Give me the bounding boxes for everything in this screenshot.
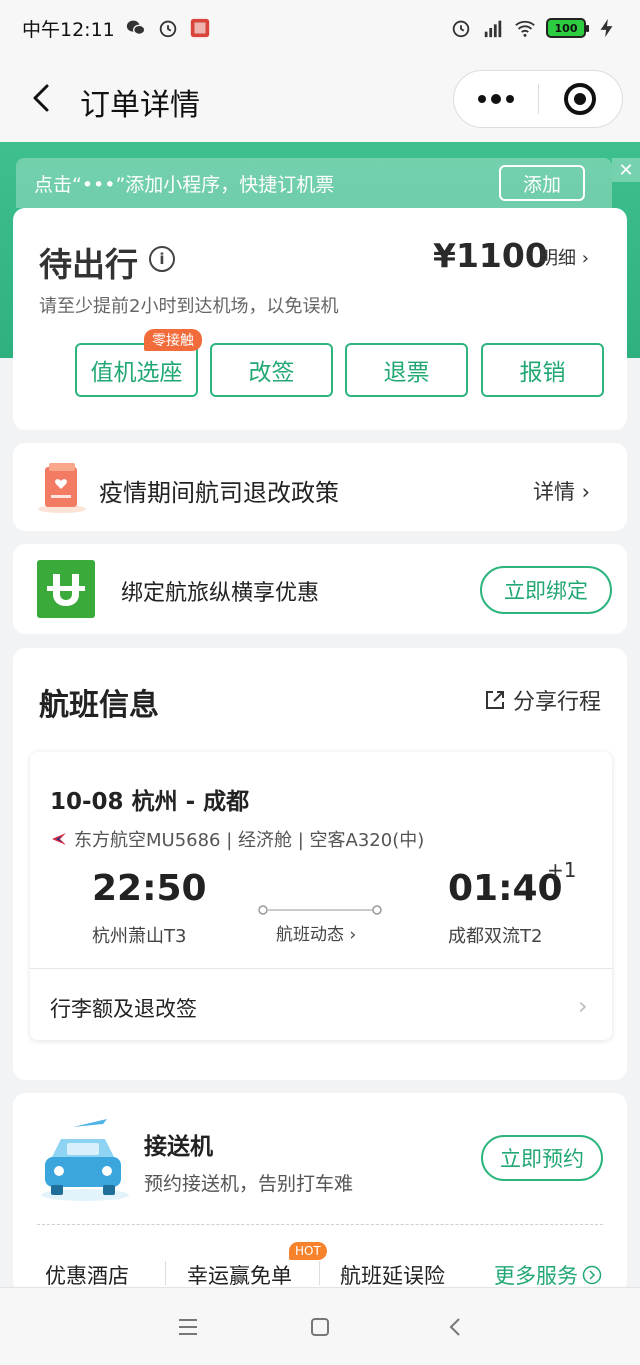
flight-detail-box: 10-08 杭州 - 成都 东方航空MU5686 | 经济舱 | 空客A320(… (30, 752, 612, 1040)
flight-section-title: 航班信息 (39, 688, 159, 723)
target-icon (564, 83, 597, 115)
hot-badge: HOT (289, 1242, 327, 1260)
page-title: 订单详情 (80, 88, 200, 123)
add-button[interactable]: 添加 (499, 165, 585, 201)
service-delay-insurance[interactable]: 航班延误险 (340, 1260, 445, 1290)
bind-card: 绑定航旅纵横享优惠 立即绑定 (13, 544, 627, 634)
order-status: 待出行 (39, 245, 138, 284)
chevron-circle-icon (582, 1265, 602, 1285)
order-price: ¥1100 (433, 236, 548, 275)
share-trip-button[interactable]: 分享行程 (483, 684, 601, 716)
status-time: 中午12:11 (22, 18, 115, 41)
contactless-badge: 零接触 (144, 329, 202, 351)
policy-document-icon (38, 463, 86, 513)
order-tip: 请至少提前2小时到达机场，以免误机 (39, 296, 339, 317)
depart-airport: 杭州萧山T3 (92, 926, 187, 947)
home-nav-button[interactable] (305, 1312, 335, 1342)
policy-detail-link[interactable]: 详情 › (533, 476, 590, 506)
arrive-day-offset: +1 (547, 858, 577, 882)
baggage-rules-link[interactable]: 行李额及退改签 (50, 993, 197, 1023)
bind-text: 绑定航旅纵横享优惠 (121, 581, 320, 606)
service-lucky-free[interactable]: 幸运赢免单 (187, 1260, 292, 1290)
airline-info: 东方航空MU5686 | 经济舱 | 空客A320(中) (50, 826, 424, 852)
refund-button[interactable]: 退票 (345, 343, 468, 397)
wifi-icon (515, 20, 535, 37)
back-nav-button[interactable] (440, 1312, 470, 1342)
signal-icon (484, 20, 502, 38)
banner-text: 点击“•••”添加小程序，快捷订机票 (34, 173, 335, 196)
divider (30, 968, 612, 969)
alarm-icon (159, 20, 177, 38)
battery-indicator: 100 (546, 18, 589, 38)
add-miniprogram-banner: 点击“•••”添加小程序，快捷订机票 添加 (16, 158, 612, 208)
price-detail-link[interactable]: 明细 › (540, 244, 589, 270)
back-arrow-icon[interactable] (22, 78, 62, 118)
airport-transfer-card: 接送机 预约接送机，告别打车难 立即预约 优惠酒店 幸运赢免单 HOT 航班延误… (13, 1093, 627, 1293)
back-triangle-icon (449, 1318, 460, 1336)
more-dots-icon (477, 94, 514, 104)
miniprogram-capsule (453, 70, 623, 128)
bind-now-button[interactable]: 立即绑定 (480, 566, 612, 614)
arrive-time: 01:40 (448, 868, 563, 909)
service-hotel[interactable]: 优惠酒店 (45, 1260, 129, 1290)
menu-icon (179, 1319, 197, 1335)
system-nav-bar (0, 1287, 640, 1365)
service-divider (319, 1261, 320, 1285)
book-now-button[interactable]: 立即预约 (481, 1135, 603, 1181)
depart-time: 22:50 (92, 868, 207, 909)
menu-nav-button[interactable] (173, 1312, 203, 1342)
checkin-seat-button[interactable]: 值机选座 (75, 343, 198, 397)
more-menu-button[interactable] (454, 71, 538, 127)
policy-title: 疫情期间航司退改政策 (99, 479, 339, 507)
arrive-airport: 成都双流T2 (448, 926, 543, 947)
transfer-title: 接送机 (144, 1134, 213, 1160)
order-status-card: 待出行 i ¥1100 明细 › 请至少提前2小时到达机场，以免误机 值机选座 … (13, 208, 627, 430)
more-services-label: 更多服务 (494, 1264, 578, 1288)
hanglv-logo-icon (37, 560, 95, 618)
wechat-icon (126, 20, 146, 36)
alarm-icon-right (452, 20, 470, 38)
china-eastern-logo-icon (52, 833, 66, 845)
dashed-divider (37, 1224, 603, 1225)
info-icon[interactable]: i (149, 246, 175, 272)
chevron-right-icon[interactable]: › (578, 992, 588, 1020)
nav-bar: 订单详情 (0, 56, 640, 142)
flight-info-card: 航班信息 分享行程 10-08 杭州 - 成都 东方航空MU5686 | 经济舱… (13, 648, 627, 1080)
flight-status-link[interactable]: 航班动态 › (276, 920, 356, 945)
charging-icon (600, 18, 613, 38)
status-bar: 中午12:11 100 (0, 0, 640, 56)
more-services-link[interactable]: 更多服务 (494, 1260, 602, 1290)
flight-route-line (258, 905, 382, 915)
home-square-icon (311, 1318, 329, 1336)
app-notification-icon (190, 18, 209, 38)
share-icon (486, 691, 504, 709)
policy-card[interactable]: 疫情期间航司退改政策 详情 › (13, 443, 627, 531)
reimburse-button[interactable]: 报销 (481, 343, 604, 397)
flight-route: 10-08 杭州 - 成都 (50, 789, 250, 815)
change-ticket-button[interactable]: 改签 (210, 343, 333, 397)
airline-text: 东方航空MU5686 | 经济舱 | 空客A320(中) (74, 830, 425, 851)
share-label: 分享行程 (513, 690, 602, 715)
car-icon (41, 1119, 129, 1201)
banner-close-icon[interactable]: ✕ (612, 158, 640, 182)
close-miniprogram-button[interactable] (539, 71, 623, 127)
service-divider (165, 1261, 166, 1285)
transfer-subtitle: 预约接送机，告别打车难 (144, 1173, 354, 1195)
